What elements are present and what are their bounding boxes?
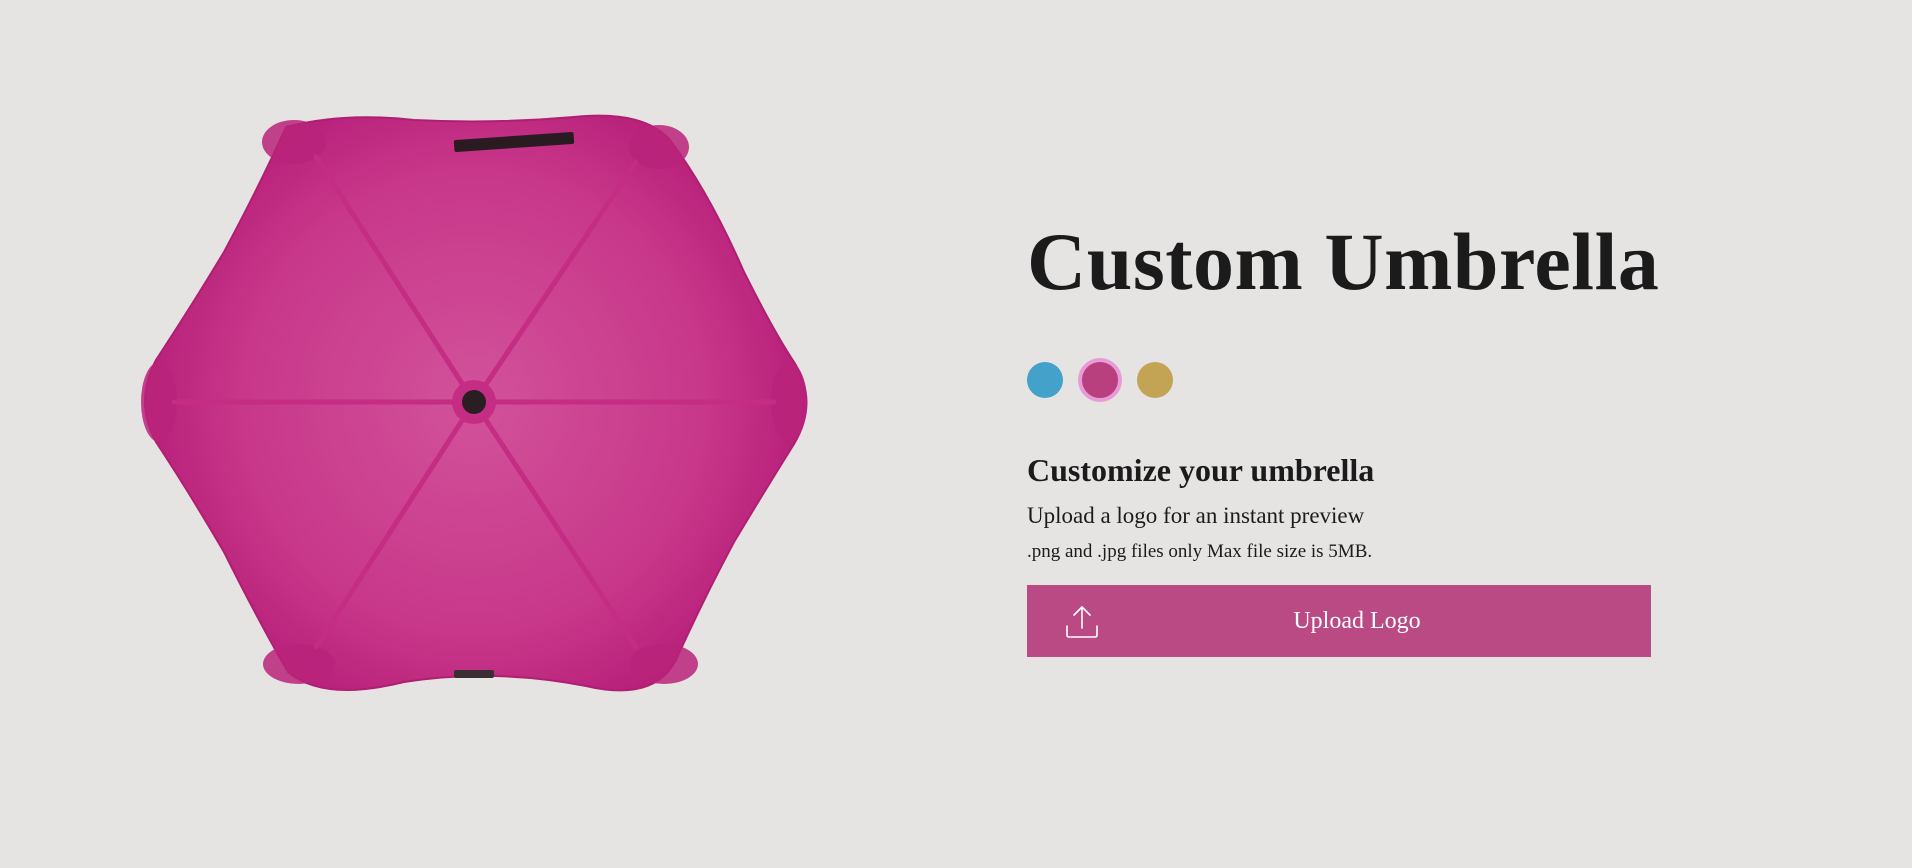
upload-logo-button[interactable]: Upload Logo	[1027, 585, 1651, 657]
umbrella-hub-cap	[462, 390, 486, 414]
product-panel: Custom Umbrella Customize your umbrella …	[1027, 212, 1667, 657]
swatch-gold[interactable]	[1137, 362, 1173, 398]
upload-logo-label: Upload Logo	[1293, 607, 1421, 634]
file-requirements-note: .png and .jpg files only Max file size i…	[1027, 541, 1373, 562]
umbrella-tag	[454, 670, 494, 678]
umbrella-image	[140, 104, 808, 700]
page: Custom Umbrella Customize your umbrella …	[0, 0, 1912, 868]
page-title: Custom Umbrella	[1027, 216, 1660, 307]
customize-description: Upload a logo for an instant preview	[1027, 503, 1365, 528]
color-swatches	[1027, 357, 1667, 403]
swatch-pink[interactable]	[1078, 358, 1122, 402]
umbrella-illustration	[141, 114, 808, 692]
customize-heading: Customize your umbrella	[1027, 452, 1375, 488]
upload-icon	[1066, 606, 1098, 638]
swatch-blue[interactable]	[1027, 362, 1063, 398]
